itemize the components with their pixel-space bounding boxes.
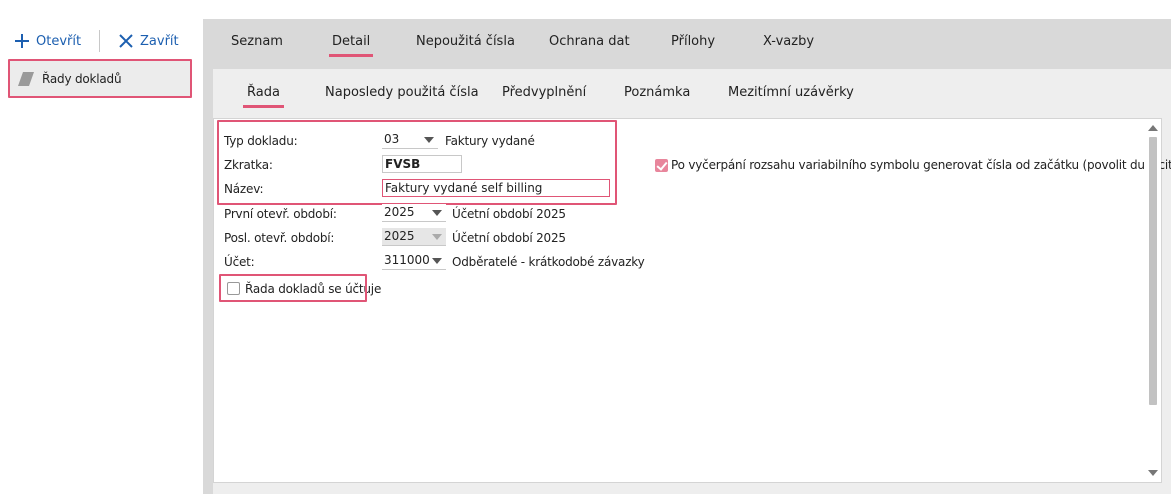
main-panel: Seznam Detail Nepoužitá čísla Ochrana da…: [203, 19, 1171, 494]
first-open-period-value: 2025: [384, 205, 415, 219]
tab-x-links[interactable]: X-vazby: [763, 34, 814, 49]
tab-unused-numbers[interactable]: Nepoužitá čísla: [416, 34, 515, 49]
name-label: Název:: [224, 182, 264, 196]
tab-last-used-numbers[interactable]: Naposledy použitá čísla: [325, 85, 479, 100]
sub-tabs: Řada Naposledy použitá čísla Předvyplněn…: [213, 69, 1171, 115]
close-button-label: Zavřít: [140, 33, 179, 49]
document-type-desc: Faktury vydané: [445, 134, 535, 148]
main-tabs: Seznam Detail Nepoužitá čísla Ochrana da…: [203, 19, 1171, 61]
abbreviation-input[interactable]: FVSB: [382, 155, 462, 173]
name-input[interactable]: Faktury vydané self billing: [382, 179, 610, 197]
last-open-period-value: 2025: [384, 229, 415, 243]
close-icon: [118, 33, 134, 49]
first-open-period-desc: Účetní období 2025: [452, 207, 566, 221]
chevron-down-icon: [432, 258, 442, 264]
tab-list[interactable]: Seznam: [231, 34, 283, 49]
document-type-value: 03: [384, 132, 400, 146]
tab-series[interactable]: Řada: [243, 85, 284, 108]
account-value: 311000: [384, 253, 430, 267]
scrollbar-thumb[interactable]: [1149, 137, 1157, 405]
chevron-down-icon: [432, 234, 442, 240]
abbreviation-label: Zkratka:: [224, 158, 273, 172]
tab-attachments[interactable]: Přílohy: [671, 34, 715, 49]
detail-panel: Řada Naposledy použitá čísla Předvyplněn…: [213, 69, 1171, 494]
chevron-down-icon: [432, 210, 442, 216]
last-open-period-desc: Účetní období 2025: [452, 231, 566, 245]
tab-note[interactable]: Poznámka: [624, 85, 690, 100]
plus-icon: [14, 33, 30, 49]
document-type-label: Typ dokladu:: [224, 134, 298, 148]
tab-interim-closings[interactable]: Mezitímní uzávěrky: [728, 85, 854, 100]
chevron-down-icon: [424, 137, 434, 143]
sidebar-item-document-series[interactable]: Řady dokladů: [8, 59, 192, 98]
series-posted-label: Řada dokladů se účtuje: [245, 282, 382, 296]
series-posted-checkbox[interactable]: [227, 282, 240, 295]
allow-duplicates-label: Po vyčerpání rozsahu variabilního symbol…: [671, 158, 1171, 172]
sidebar-item-label: Řady dokladů: [42, 71, 122, 86]
scroll-down-icon[interactable]: [1148, 470, 1158, 476]
sidebar-toolbar: Otevřít Zavřít: [0, 20, 200, 60]
account-desc: Odběratelé - krátkodobé závazky: [452, 255, 645, 269]
scroll-up-icon[interactable]: [1148, 125, 1158, 131]
last-open-period-select[interactable]: 2025: [382, 228, 446, 246]
account-label: Účet:: [224, 255, 255, 269]
toolbar-divider: [99, 30, 100, 52]
last-open-period-label: Posl. otevř. období:: [224, 231, 335, 245]
close-button[interactable]: Zavřít: [118, 30, 179, 52]
tab-prefill[interactable]: Předvyplnění: [502, 85, 586, 100]
tab-detail[interactable]: Detail: [328, 34, 374, 57]
vertical-scrollbar[interactable]: [1145, 119, 1161, 482]
series-form: Typ dokladu: 03 Faktury vydané Zkratka: …: [213, 118, 1171, 483]
open-button-label: Otevřít: [36, 33, 82, 49]
first-open-period-label: První otevř. období:: [224, 207, 337, 221]
open-button[interactable]: Otevřít: [14, 30, 81, 52]
allow-duplicates-checkbox[interactable]: [655, 159, 668, 172]
document-type-select[interactable]: 03: [382, 131, 438, 149]
first-open-period-select[interactable]: 2025: [382, 204, 446, 222]
tab-data-protection[interactable]: Ochrana dat: [549, 34, 630, 49]
document-series-icon: [18, 71, 34, 86]
account-select[interactable]: 311000: [382, 252, 446, 270]
